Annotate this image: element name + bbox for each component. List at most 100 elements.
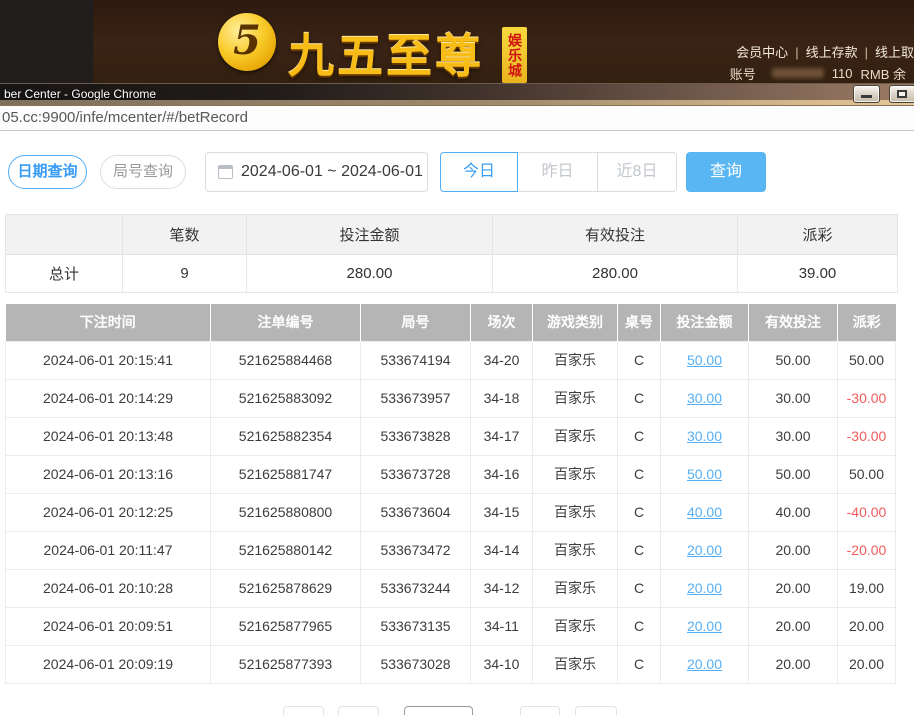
- pagination-button-5[interactable]: [575, 706, 617, 715]
- bet-row: 2024-06-01 20:10:28 521625878629 533673244…: [5, 568, 896, 608]
- quick-last8days-button[interactable]: 近8日: [598, 152, 677, 192]
- url-bar[interactable]: 05.cc:9900/infe/mcenter/#/betRecord: [0, 106, 914, 131]
- logo-badge: 娱乐城: [502, 27, 527, 83]
- nav-online-deposit[interactable]: 线上存款: [806, 45, 858, 60]
- cell-session: 34-18: [470, 378, 533, 418]
- col-session: 场次: [470, 304, 533, 341]
- account-currency: RMB 余: [860, 66, 906, 82]
- quick-yesterday-button[interactable]: 昨日: [518, 152, 598, 192]
- cell-bet-amount[interactable]: 20.00: [660, 644, 749, 684]
- window-titlebar[interactable]: ber Center - Google Chrome: [0, 83, 914, 101]
- summary-total-count: 9: [122, 254, 247, 293]
- nav-separator: |: [795, 45, 799, 60]
- cell-game-type: 百家乐: [532, 378, 618, 418]
- cell-bill-number: 521625882354: [210, 416, 361, 456]
- pagination-button-2[interactable]: [338, 706, 379, 715]
- cell-session: 34-10: [470, 644, 533, 684]
- col-valid-bet: 有效投注: [748, 304, 838, 341]
- col-bill-number: 注单编号: [210, 304, 361, 341]
- logo-95-icon: 5: [218, 13, 276, 71]
- search-button[interactable]: 查询: [686, 152, 766, 192]
- bet-record-table: 下注时间 注单编号 局号 场次 游戏类别 桌号 投注金额 有效投注 派彩 202…: [5, 304, 896, 684]
- cell-bet-time: 2024-06-01 20:11:47: [5, 530, 211, 570]
- top-nav: 会员中心 | 线上存款 | 线上取: [736, 42, 914, 61]
- cell-round-number: 533673472: [360, 530, 471, 570]
- cell-bet-amount[interactable]: 20.00: [660, 568, 749, 608]
- cell-bet-time: 2024-06-01 20:09:19: [5, 644, 211, 684]
- tab-round-query[interactable]: 局号查询: [100, 155, 186, 189]
- cell-payout: -30.00: [837, 378, 896, 418]
- cell-table-number: C: [617, 378, 661, 418]
- cell-table-number: C: [617, 340, 661, 380]
- cell-round-number: 533674194: [360, 340, 471, 380]
- bet-row: 2024-06-01 20:09:19 521625877393 533673028…: [5, 644, 896, 684]
- page-left-dark-region: [0, 0, 93, 83]
- cell-round-number: 533673604: [360, 492, 471, 532]
- bet-amount-link[interactable]: 20.00: [687, 542, 722, 558]
- cell-bill-number: 521625881747: [210, 454, 361, 494]
- nav-member-center[interactable]: 会员中心: [736, 45, 788, 60]
- bet-amount-link[interactable]: 20.00: [687, 618, 722, 634]
- cell-bet-amount[interactable]: 30.00: [660, 378, 749, 418]
- cell-bet-amount[interactable]: 30.00: [660, 416, 749, 456]
- cell-bet-time: 2024-06-01 20:13:16: [5, 454, 211, 494]
- cell-bet-amount[interactable]: 50.00: [660, 454, 749, 494]
- bet-amount-link[interactable]: 50.00: [687, 352, 722, 368]
- cell-bill-number: 521625877393: [210, 644, 361, 684]
- cell-bet-time: 2024-06-01 20:13:48: [5, 416, 211, 456]
- logo-title: 九五至尊: [288, 30, 484, 82]
- bet-amount-link[interactable]: 40.00: [687, 504, 722, 520]
- cell-valid-bet: 20.00: [748, 568, 838, 608]
- date-range-value: 2024-06-01 ~ 2024-06-01: [241, 163, 423, 180]
- summary-total-valid-bet: 280.00: [492, 254, 738, 293]
- cell-payout: 20.00: [837, 606, 896, 646]
- minimize-button[interactable]: [853, 85, 880, 103]
- bet-amount-link[interactable]: 20.00: [687, 656, 722, 672]
- cell-valid-bet: 20.00: [748, 530, 838, 570]
- cell-round-number: 533673728: [360, 454, 471, 494]
- cell-game-type: 百家乐: [532, 530, 618, 570]
- cell-table-number: C: [617, 530, 661, 570]
- cell-round-number: 533673957: [360, 378, 471, 418]
- cell-game-type: 百家乐: [532, 568, 618, 608]
- cell-table-number: C: [617, 606, 661, 646]
- bet-amount-link[interactable]: 30.00: [687, 428, 722, 444]
- quick-today-button[interactable]: 今日: [440, 152, 518, 192]
- account-name-blurred: [771, 68, 824, 78]
- site-header: 5 九五至尊 娱乐城 会员中心 | 线上存款 | 线上取 账号 110 RMB 余: [0, 0, 914, 83]
- bet-row: 2024-06-01 20:09:51 521625877965 533673135…: [5, 606, 896, 646]
- cell-table-number: C: [617, 644, 661, 684]
- cell-bet-amount[interactable]: 50.00: [660, 340, 749, 380]
- bet-table-body: 2024-06-01 20:15:41 521625884468 533674194…: [5, 340, 896, 684]
- bet-amount-link[interactable]: 30.00: [687, 390, 722, 406]
- date-range-input[interactable]: 2024-06-01 ~ 2024-06-01: [205, 152, 428, 192]
- cell-round-number: 533673828: [360, 416, 471, 456]
- cell-bet-amount[interactable]: 20.00: [660, 530, 749, 570]
- bet-amount-link[interactable]: 20.00: [687, 580, 722, 596]
- summary-total-payout: 39.00: [737, 254, 898, 293]
- tab-date-query[interactable]: 日期查询: [8, 155, 87, 189]
- nav-online-withdraw[interactable]: 线上取: [875, 45, 914, 60]
- cell-payout: -30.00: [837, 416, 896, 456]
- cell-payout: 50.00: [837, 454, 896, 494]
- cell-session: 34-11: [470, 606, 533, 646]
- bet-amount-link[interactable]: 50.00: [687, 466, 722, 482]
- cell-session: 34-16: [470, 454, 533, 494]
- cell-session: 34-17: [470, 416, 533, 456]
- cell-round-number: 533673244: [360, 568, 471, 608]
- maximize-icon: [897, 90, 907, 98]
- maximize-button[interactable]: [889, 85, 914, 103]
- summary-total-label: 总计: [5, 254, 123, 293]
- cell-valid-bet: 50.00: [748, 454, 838, 494]
- cell-valid-bet: 50.00: [748, 340, 838, 380]
- cell-bet-amount[interactable]: 40.00: [660, 492, 749, 532]
- cell-payout: 19.00: [837, 568, 896, 608]
- col-game-type: 游戏类别: [532, 304, 618, 341]
- bet-row: 2024-06-01 20:12:25 521625880800 533673604…: [5, 492, 896, 532]
- pagination-button-4[interactable]: [520, 706, 560, 715]
- cell-bet-amount[interactable]: 20.00: [660, 606, 749, 646]
- cell-round-number: 533673028: [360, 644, 471, 684]
- pagination-button-1[interactable]: [283, 706, 324, 715]
- cell-bill-number: 521625877965: [210, 606, 361, 646]
- pagination-page-size-select[interactable]: [404, 706, 473, 715]
